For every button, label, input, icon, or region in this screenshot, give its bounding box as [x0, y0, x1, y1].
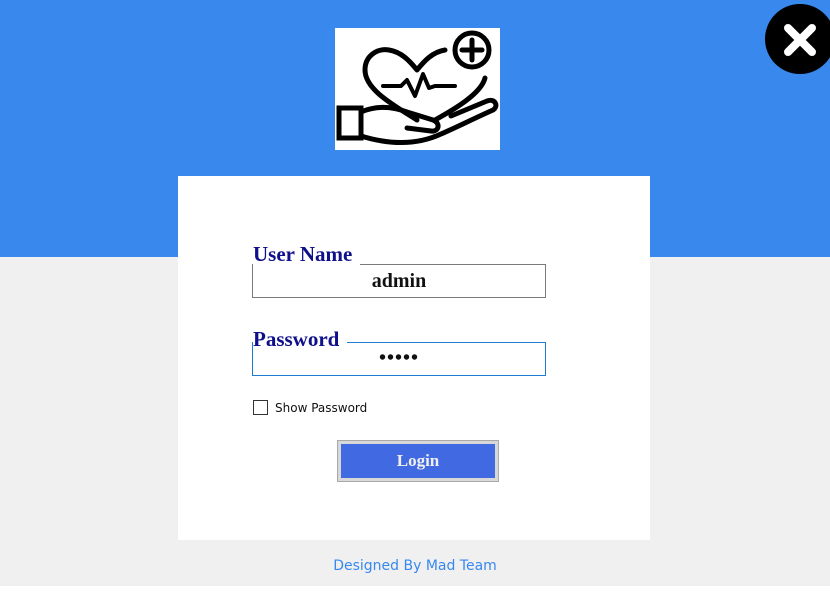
- close-button[interactable]: [765, 4, 830, 74]
- close-icon: [784, 24, 816, 56]
- show-password-label[interactable]: Show Password: [275, 400, 367, 416]
- username-value: admin: [371, 270, 427, 292]
- show-password-checkbox[interactable]: [253, 400, 268, 415]
- username-input[interactable]: admin: [252, 264, 546, 298]
- login-card: admin User Name ••••• Password Show Pass…: [178, 176, 650, 540]
- login-window: admin User Name ••••• Password Show Pass…: [0, 0, 830, 591]
- app-logo: [335, 28, 500, 150]
- login-button-label: Login: [341, 444, 495, 478]
- heart-hand-care-icon: [336, 30, 499, 145]
- login-button[interactable]: Login: [337, 440, 499, 482]
- bottom-edge: [0, 586, 830, 591]
- password-label: Password: [253, 328, 348, 350]
- username-label: User Name: [253, 243, 361, 265]
- footer-credit: Designed By Mad Team: [333, 558, 497, 574]
